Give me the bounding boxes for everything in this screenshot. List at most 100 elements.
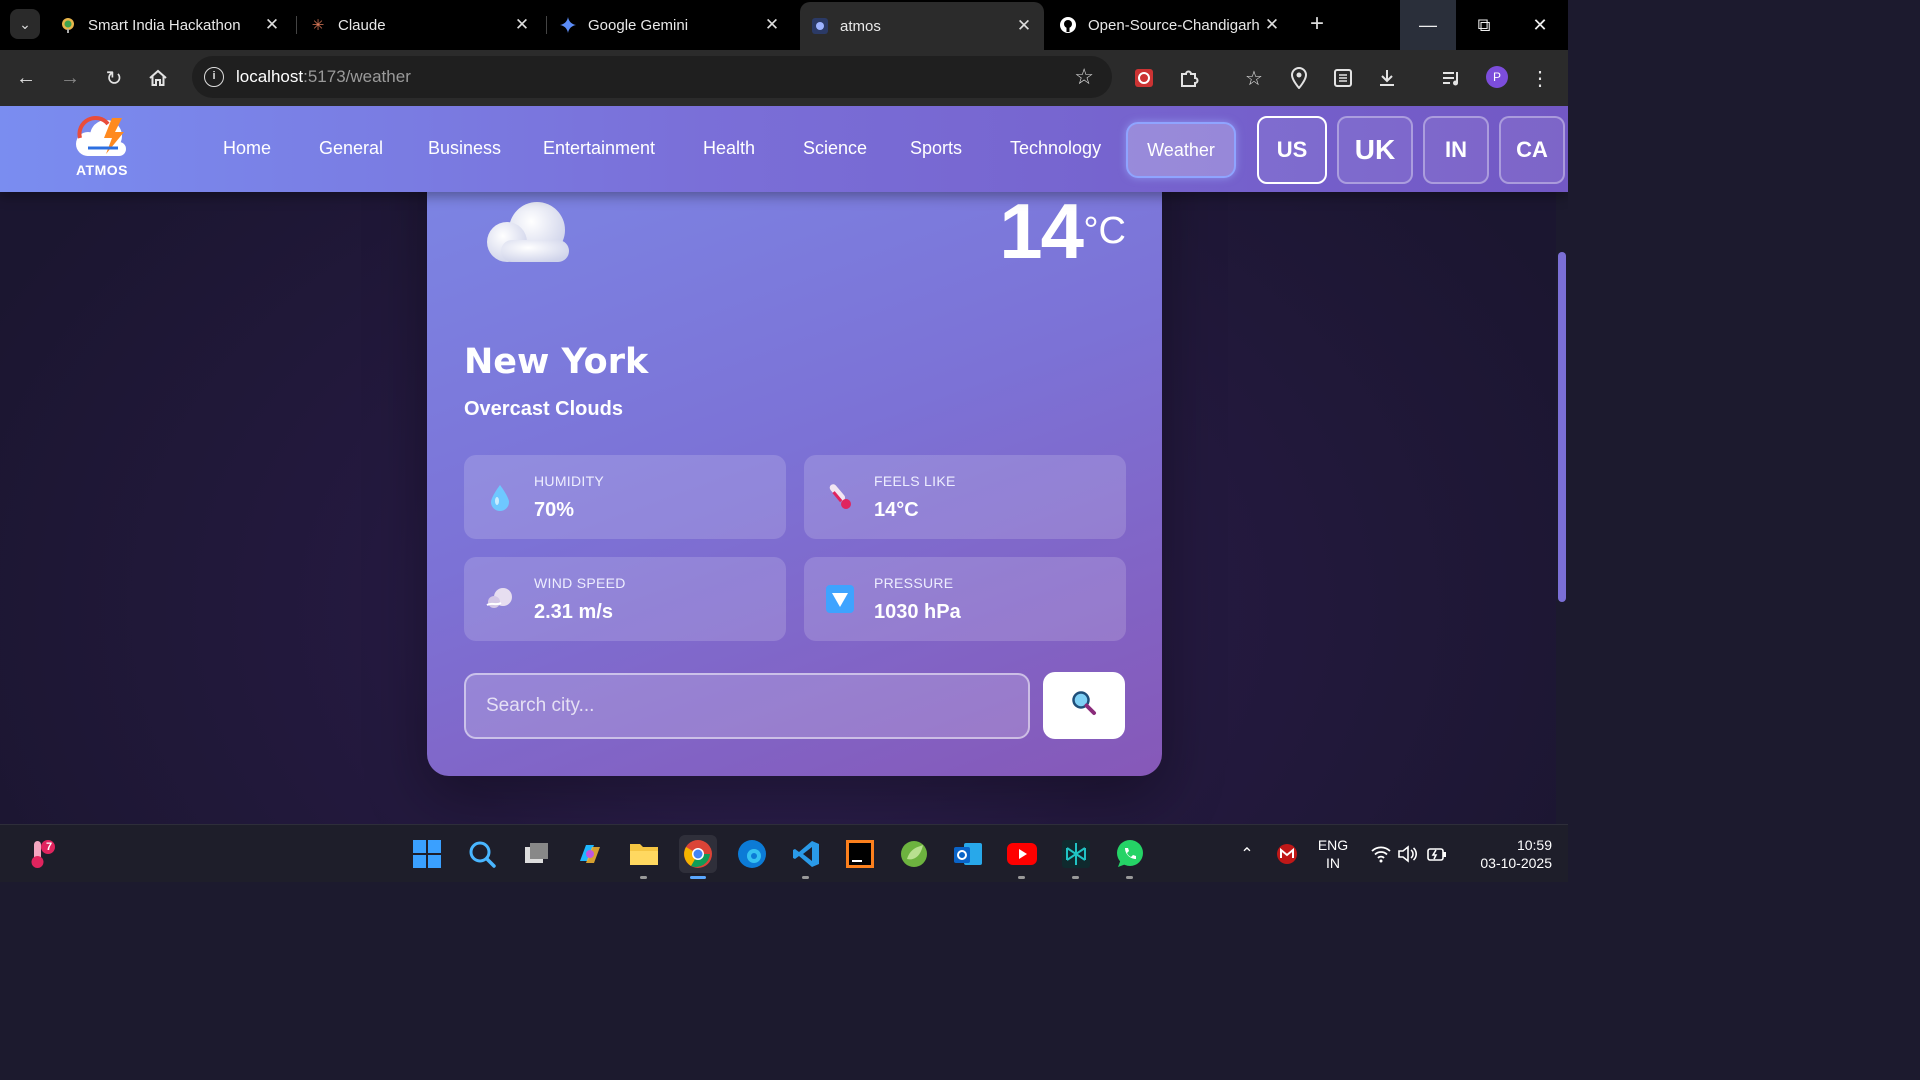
gemini-favicon	[560, 17, 576, 33]
copilot-icon[interactable]	[571, 835, 609, 873]
weather-widget-icon[interactable]: 7	[22, 835, 60, 873]
wind-speed-card: WIND SPEED 2.31 m/s	[464, 557, 786, 641]
search-icon[interactable]	[463, 835, 501, 873]
pressure-card: PRESSURE 1030 hPa	[804, 557, 1126, 641]
extensions-puzzle-icon[interactable]	[1173, 62, 1205, 94]
file-explorer-icon[interactable]	[625, 835, 663, 879]
nav-link-sports[interactable]: Sports	[910, 138, 962, 159]
nav-link-science[interactable]: Science	[803, 138, 867, 159]
outlook-icon[interactable]	[949, 835, 987, 873]
tab-title: Claude	[338, 16, 386, 34]
media-controls-icon[interactable]	[1436, 62, 1468, 94]
close-tab-icon[interactable]: ✕	[1014, 16, 1034, 36]
chrome-icon[interactable]	[679, 835, 717, 879]
language-indicator[interactable]: ENG IN	[1310, 836, 1356, 872]
atmos-logo[interactable]: ATMOS	[68, 114, 136, 184]
weather-badge: 7	[45, 841, 53, 853]
feels-like-card: FEELS LIKE 14°C	[804, 455, 1126, 539]
close-tab-icon[interactable]: ✕	[512, 15, 532, 35]
nav-link-general[interactable]: General	[319, 138, 383, 159]
weather-page: 14 °C New York Overcast Clouds HUMIDITY …	[0, 106, 1568, 824]
tab-search-button[interactable]: ⌄	[10, 9, 40, 39]
close-tab-icon[interactable]: ✕	[1262, 15, 1282, 35]
whatsapp-icon[interactable]	[1111, 835, 1149, 879]
country-us-button[interactable]: US	[1257, 116, 1327, 184]
nav-link-business[interactable]: Business	[428, 138, 501, 159]
forward-arrow-icon[interactable]: →	[54, 62, 86, 94]
logo-text: ATMOS	[75, 162, 128, 178]
running-indicator	[640, 876, 647, 879]
chevron-up-icon[interactable]: ⌃	[1228, 835, 1266, 873]
new-tab-button[interactable]: +	[1302, 10, 1332, 40]
restore-button[interactable]: ⧉	[1456, 0, 1512, 50]
country-uk-button[interactable]: UK	[1337, 116, 1413, 184]
tab-smart-india-hackathon[interactable]: Smart India Hackathon ✕	[48, 4, 292, 46]
pressure-value: 1030 hPa	[874, 601, 961, 623]
clock-date: 03-10-2025	[1480, 855, 1552, 871]
tab-title: Open-Source-Chandigarh	[1088, 16, 1260, 34]
weather-card: 14 °C New York Overcast Clouds HUMIDITY …	[427, 106, 1162, 776]
task-view-icon[interactable]	[517, 835, 555, 873]
minimize-button[interactable]: —	[1400, 0, 1456, 50]
site-info-icon[interactable]: i	[204, 67, 224, 87]
active-indicator	[690, 876, 706, 879]
url-text[interactable]: localhost:5173/weather	[236, 67, 411, 87]
wind-icon	[484, 583, 516, 615]
mcafee-icon[interactable]	[1268, 835, 1306, 873]
location-pin-icon[interactable]	[1283, 62, 1315, 94]
nav-link-health[interactable]: Health	[703, 138, 755, 159]
start-windows-icon[interactable]	[408, 835, 446, 873]
humidity-card: HUMIDITY 70%	[464, 455, 786, 539]
menu-kebab-icon[interactable]: ⋮	[1524, 62, 1556, 94]
nav-link-weather[interactable]: Weather	[1126, 122, 1236, 178]
tab-claude[interactable]: ✳ Claude ✕	[298, 4, 542, 46]
reload-icon[interactable]: ↻	[98, 62, 130, 94]
clock-time: 10:59	[1516, 837, 1552, 853]
pressure-label: PRESSURE	[874, 575, 954, 591]
search-button[interactable]	[1043, 672, 1125, 739]
profile-avatar[interactable]: P	[1486, 66, 1508, 88]
nav-link-home[interactable]: Home	[223, 138, 271, 159]
tab-google-gemini[interactable]: Google Gemini ✕	[548, 4, 792, 46]
feels-like-value: 14°C	[874, 499, 919, 521]
github-favicon	[1060, 17, 1076, 33]
weather-description: Overcast Clouds	[464, 398, 623, 420]
app-navbar: ATMOS Home General Business Entertainmen…	[0, 106, 1568, 192]
back-arrow-icon[interactable]: ←	[10, 62, 42, 94]
city-name: New York	[464, 342, 649, 382]
vscode-icon[interactable]	[787, 835, 825, 879]
page-scrollbar[interactable]	[1556, 192, 1568, 824]
tab-divider	[546, 16, 547, 34]
reading-list-icon[interactable]	[1327, 62, 1359, 94]
city-search-input[interactable]	[464, 673, 1030, 739]
perplexity-icon[interactable]	[1057, 835, 1095, 879]
close-tab-icon[interactable]: ✕	[262, 15, 282, 35]
extension-icon[interactable]	[1128, 62, 1160, 94]
tab-divider	[296, 16, 297, 34]
scrollbar-thumb[interactable]	[1558, 252, 1566, 602]
tab-open-source-chandigarh[interactable]: Open-Source-Chandigarh ✕	[1048, 4, 1292, 46]
edge-icon[interactable]	[733, 835, 771, 873]
bookmarks-icon[interactable]: ☆	[1238, 62, 1270, 94]
bookmark-star-icon[interactable]: ☆	[1074, 64, 1094, 90]
tab-title: atmos	[840, 17, 881, 35]
nav-link-entertainment[interactable]: Entertainment	[543, 138, 655, 159]
wind-speed-label: WIND SPEED	[534, 575, 626, 591]
youtube-icon[interactable]	[1003, 835, 1041, 879]
download-icon[interactable]	[1371, 62, 1403, 94]
clock[interactable]: 10:59 03-10-2025	[1462, 836, 1552, 872]
close-window-button[interactable]: ✕	[1512, 0, 1568, 50]
cloud-bolt-logo-icon	[76, 116, 126, 156]
intellij-icon[interactable]	[841, 835, 879, 873]
claude-favicon: ✳	[311, 16, 325, 34]
country-ca-button[interactable]: CA	[1499, 116, 1565, 184]
country-in-button[interactable]: IN	[1423, 116, 1489, 184]
close-tab-icon[interactable]: ✕	[762, 15, 782, 35]
home-icon[interactable]	[142, 62, 174, 94]
humidity-label: HUMIDITY	[534, 473, 605, 489]
nav-link-technology[interactable]: Technology	[1010, 138, 1101, 159]
address-bar[interactable]: i localhost:5173/weather ☆	[192, 56, 1112, 98]
battery-icon[interactable]	[1418, 835, 1456, 873]
spring-tool-icon[interactable]	[895, 835, 933, 873]
tab-atmos[interactable]: atmos ✕	[800, 2, 1044, 50]
